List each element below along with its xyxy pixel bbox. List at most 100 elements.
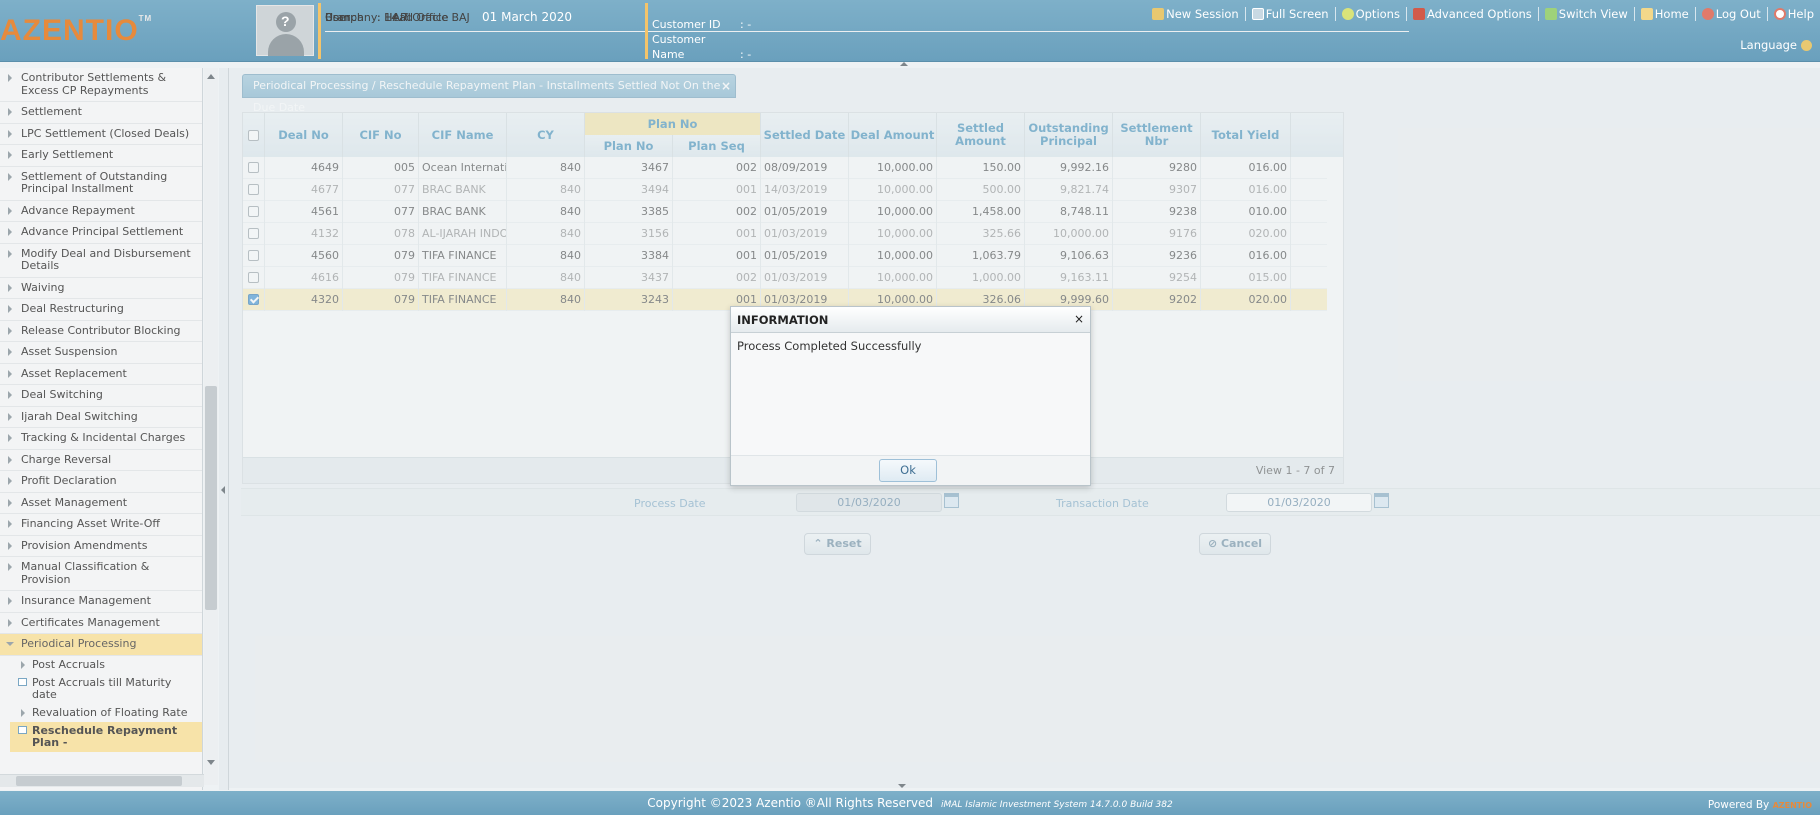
- chevron-right-icon: [8, 477, 12, 485]
- full-screen-icon: [1251, 8, 1264, 20]
- new-session-icon: [1152, 8, 1165, 20]
- sidebar-item-label: Asset Replacement: [21, 366, 127, 380]
- chevron-right-icon: [8, 74, 12, 82]
- sidebar-item[interactable]: Contributor Settlements & Excess CP Repa…: [0, 68, 202, 102]
- switch-view-link[interactable]: Switch View: [1537, 7, 1634, 21]
- sidebar-item[interactable]: Provision Amendments: [0, 536, 202, 557]
- scroll-down-icon[interactable]: [207, 760, 215, 765]
- sidebar-item[interactable]: Advance Repayment: [0, 201, 202, 222]
- dialog-title: INFORMATION: [731, 307, 1090, 333]
- sidebar-item[interactable]: Advance Principal Settlement: [0, 222, 202, 244]
- version-text: iMAL Islamic Investment System 14.7.0.0 …: [941, 800, 1173, 810]
- chevron-right-icon: [8, 369, 12, 378]
- sidebar-item[interactable]: Modify Deal and Disbursement Details: [0, 244, 202, 278]
- ok-button[interactable]: Ok: [879, 459, 937, 482]
- collapse-header-handle[interactable]: [898, 62, 910, 67]
- chevron-right-icon: [8, 434, 12, 442]
- collapse-footer-handle[interactable]: [898, 784, 906, 788]
- sidebar-item[interactable]: Waiving: [0, 278, 202, 299]
- sidebar-item[interactable]: Ijarah Deal Switching: [0, 407, 202, 428]
- sidebar-item[interactable]: Certificates Management: [0, 613, 202, 634]
- close-dialog-icon[interactable]: ×: [1074, 312, 1084, 326]
- sidebar-item[interactable]: Settlement: [0, 102, 202, 124]
- document-icon: [18, 725, 27, 734]
- sidebar-item-label: Release Contributor Blocking: [21, 323, 181, 337]
- sidebar-splitter[interactable]: [219, 68, 229, 790]
- sidebar-item[interactable]: Release Contributor Blocking: [0, 321, 202, 342]
- sidebar-item[interactable]: Charge Reversal: [0, 450, 202, 471]
- log-out-icon: [1701, 8, 1714, 20]
- sidebar-item-label: Advance Principal Settlement: [21, 225, 184, 238]
- information-dialog: INFORMATION × Process Completed Successf…: [730, 306, 1091, 486]
- sidebar-item-label: Early Settlement: [21, 148, 114, 161]
- options-link[interactable]: Options: [1334, 7, 1406, 21]
- sidebar-item[interactable]: Asset Replacement: [0, 364, 202, 385]
- chevron-right-icon: [8, 249, 12, 258]
- powered-by-logo: AZENTIO: [1772, 801, 1812, 810]
- scrollbar-thumb[interactable]: [16, 776, 182, 786]
- scrollbar-thumb[interactable]: [205, 386, 217, 610]
- sidebar-item[interactable]: Tracking & Incidental Charges: [0, 428, 202, 450]
- app-footer: Copyright ©2023 Azentio ®All Rights Rese…: [0, 791, 1820, 815]
- sidebar-item[interactable]: Early Settlement: [0, 145, 202, 167]
- customer-info: Customer ID: - Customer Name: -: [652, 18, 752, 61]
- sidebar-item[interactable]: Deal Restructuring: [0, 299, 202, 321]
- chevron-right-icon: [8, 283, 12, 292]
- sidebar-subitem-post-accruals-maturity[interactable]: Post Accruals till Maturity date: [0, 674, 202, 704]
- chevron-right-icon: [8, 326, 12, 335]
- sidebar-item[interactable]: Insurance Management: [0, 591, 202, 613]
- language-selector[interactable]: Language: [1740, 38, 1812, 52]
- chevron-right-icon: [8, 498, 12, 507]
- chevron-right-icon: [8, 348, 12, 356]
- sidebar-item-label: Certificates Management: [21, 615, 160, 629]
- help-icon: [1773, 8, 1786, 20]
- language-icon: [1801, 40, 1812, 51]
- header-date: 01 March 2020: [482, 10, 573, 24]
- header-accent-bar: [318, 3, 321, 59]
- sidebar-item[interactable]: Financing Asset Write-Off: [0, 514, 202, 536]
- sidebar-horizontal-scrollbar[interactable]: [0, 774, 204, 787]
- copyright-text: Copyright ©2023 Azentio ®All Rights Rese…: [647, 796, 933, 810]
- advanced-options-link[interactable]: Advanced Options: [1405, 7, 1538, 21]
- sidebar-menu: Contributor Settlements & Excess CP Repa…: [0, 68, 203, 790]
- sidebar-item-label: Contributor Settlements & Excess CP Repa…: [21, 71, 167, 97]
- switch-view-icon: [1544, 8, 1557, 20]
- sidebar-item-periodical-processing[interactable]: Periodical Processing: [0, 634, 202, 656]
- powered-by: Powered By AZENTIO: [1707, 799, 1812, 811]
- chevron-right-icon: [8, 597, 12, 605]
- log-out-link[interactable]: Log Out: [1694, 7, 1767, 21]
- chevron-right-icon: [21, 708, 25, 717]
- sidebar-item-label: Waiving: [21, 280, 65, 294]
- sidebar-item-label: Manual Classification & Provision: [21, 560, 150, 586]
- sidebar-subitem-revaluation-floating-rate[interactable]: Revaluation of Floating Rate: [0, 704, 202, 722]
- sidebar-subitem-post-accruals[interactable]: Post Accruals: [0, 656, 202, 674]
- sidebar-item-label: Settlement: [21, 105, 82, 118]
- sidebar-item[interactable]: LPC Settlement (Closed Deals): [0, 124, 202, 145]
- new-session-link[interactable]: New Session: [1146, 7, 1245, 21]
- sidebar-item[interactable]: Asset Management: [0, 493, 202, 514]
- sidebar-item-label: Asset Suspension: [21, 345, 118, 358]
- document-icon: [18, 677, 27, 686]
- collapse-sidebar-icon[interactable]: [221, 486, 225, 494]
- scroll-up-icon[interactable]: [207, 74, 215, 79]
- advanced-options-icon: [1412, 8, 1425, 20]
- header-accent-bar: [645, 3, 648, 59]
- sidebar-item[interactable]: Settlement of Outstanding Principal Inst…: [0, 167, 202, 201]
- chevron-right-icon: [8, 305, 12, 313]
- full-screen-link[interactable]: Full Screen: [1244, 7, 1335, 21]
- chevron-right-icon: [8, 206, 12, 215]
- sidebar-item[interactable]: Profit Declaration: [0, 471, 202, 493]
- dialog-message: Process Completed Successfully: [737, 339, 922, 353]
- chevron-right-icon: [8, 520, 12, 528]
- home-link[interactable]: Home: [1633, 7, 1695, 21]
- sidebar-item[interactable]: Asset Suspension: [0, 342, 202, 364]
- help-link[interactable]: Help: [1766, 7, 1820, 21]
- sidebar-item-label: Provision Amendments: [21, 538, 148, 552]
- sidebar-item-label: Asset Management: [21, 495, 128, 509]
- sidebar-vertical-scrollbar[interactable]: [204, 68, 218, 785]
- sidebar-item[interactable]: Deal Switching: [0, 385, 202, 407]
- sidebar-subitem-reschedule-repayment-plan[interactable]: Reschedule Repayment Plan -: [10, 721, 202, 752]
- sidebar-item-label: Advance Repayment: [21, 203, 135, 217]
- sidebar-item[interactable]: Manual Classification & Provision: [0, 557, 202, 591]
- chevron-right-icon: [8, 172, 12, 181]
